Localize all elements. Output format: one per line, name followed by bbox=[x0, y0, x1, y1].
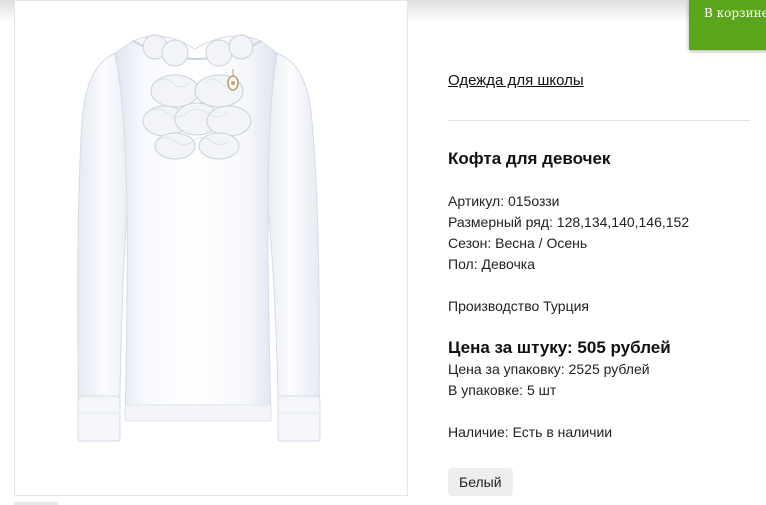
cart-status-button[interactable]: В корзине bbox=[689, 0, 766, 50]
cart-status-label: В корзине bbox=[704, 6, 766, 20]
availability-text: Наличие: Есть в наличии bbox=[448, 424, 613, 440]
spec-article: Артикул: 015оззи bbox=[448, 193, 560, 209]
origin-text: Производство Турция bbox=[448, 298, 589, 314]
blouse-hem bbox=[124, 404, 272, 422]
category-link[interactable]: Одежда для школы bbox=[448, 72, 584, 89]
spec-gender: Пол: Девочка bbox=[448, 256, 536, 272]
spec-size-range: Размерный ряд: 128,134,140,146,152 bbox=[448, 214, 690, 230]
pack-size: В упаковке: 5 шт bbox=[448, 382, 557, 398]
divider bbox=[448, 120, 750, 121]
price-per-item: Цена за штуку: 505 рублей bbox=[448, 338, 671, 357]
product-photo-blouse bbox=[77, 34, 321, 442]
product-image-frame[interactable] bbox=[14, 0, 408, 496]
spec-season: Сезон: Весна / Осень bbox=[448, 235, 588, 251]
left-cuff bbox=[77, 395, 121, 442]
product-title: Кофта для девочек bbox=[448, 149, 611, 168]
price-per-pack: Цена за упаковку: 2525 рублей bbox=[448, 361, 650, 377]
color-option-white[interactable]: Белый bbox=[448, 468, 513, 496]
right-cuff bbox=[277, 395, 321, 442]
